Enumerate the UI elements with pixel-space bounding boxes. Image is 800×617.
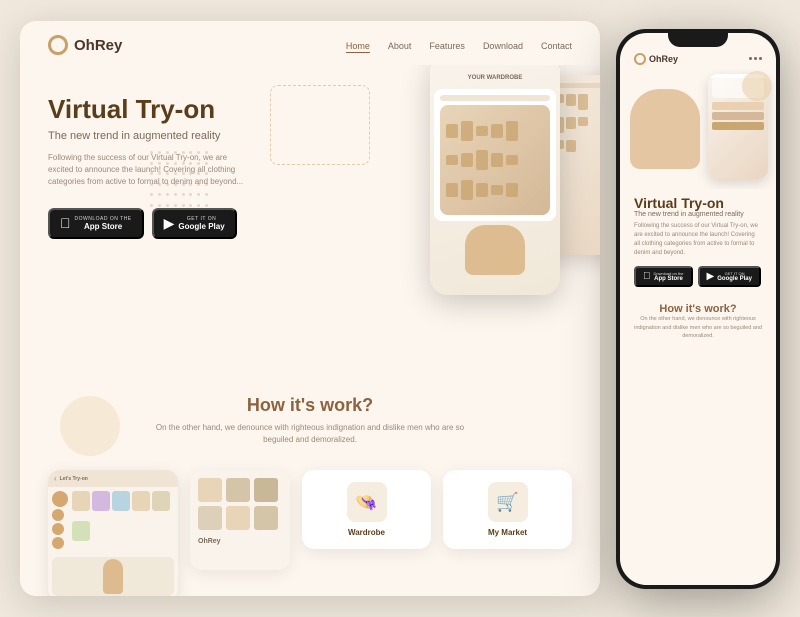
nav-links: Home About Features Download Contact	[346, 36, 572, 54]
nav-about[interactable]: About	[388, 41, 412, 51]
logo-area: OhRey	[48, 35, 122, 55]
wardrobe-card: 👒 Wardrobe	[302, 470, 431, 549]
how-description: On the other hand, we denounce with righ…	[150, 422, 470, 446]
hero-subtitle: The new trend in augmented reality	[48, 130, 268, 142]
mobile-googleplay-button[interactable]: ▶ GET IT ON Google Play	[698, 266, 761, 287]
apple-icon: 	[60, 215, 71, 231]
mobile-notch	[668, 33, 728, 47]
market-icon: 🛒	[496, 492, 518, 513]
mobile-hero-description: Following the success of our Virtual Try…	[634, 222, 762, 258]
mobile-play-icon: ▶	[707, 271, 715, 282]
mobile-hero-subtitle: The new trend in augmented reality	[634, 211, 762, 218]
download-buttons:  Download on the App Store ▶ GET IT ON …	[48, 208, 268, 239]
mobile-menu-dots[interactable]	[749, 57, 762, 60]
shelf-box	[440, 105, 550, 215]
nav-contact[interactable]: Contact	[541, 41, 572, 51]
mobile-hero-phones	[620, 69, 776, 189]
appstore-small-text: Download on the	[75, 216, 132, 222]
mobile-mockup: OhRey	[616, 29, 780, 589]
feature-phone-tryon: ‹ Let's Try-on	[48, 470, 178, 596]
google-small-text: GET IT ON	[178, 216, 224, 222]
hero-text: Virtual Try-on The new trend in augmente…	[48, 75, 268, 239]
mobile-logo-circle	[634, 53, 646, 65]
navbar: OhRey Home About Features Download Conta…	[20, 21, 600, 65]
wardrobe-app-screen	[434, 89, 556, 221]
how-title: How it's work?	[48, 395, 572, 416]
mobile-apple-icon: 	[643, 271, 651, 282]
market-icon-box: 🛒	[488, 482, 528, 522]
mobile-how-section: How it's work? On the other hand, we den…	[620, 299, 776, 344]
features-row: ‹ Let's Try-on	[20, 456, 600, 596]
desktop-mockup: OhRey Home About Features Download Conta…	[20, 21, 600, 596]
googleplay-button[interactable]: ▶ GET IT ON Google Play	[152, 208, 237, 239]
avatar-sm-1	[52, 509, 64, 521]
mobile-deco-circle	[742, 71, 772, 101]
mobile-google-big: Google Play	[717, 276, 752, 282]
mobile-google-small: GET IT ON	[717, 271, 752, 276]
hand-visual	[465, 225, 525, 275]
product-label: OhRey	[198, 538, 282, 545]
mymarket-card: 🛒 My Market	[443, 470, 572, 549]
mobile-how-title: How it's work?	[634, 303, 762, 315]
hero-title: Virtual Try-on	[48, 95, 268, 124]
mobile-hand	[630, 89, 700, 169]
tryon-header-text: Let's Try-on	[60, 476, 88, 482]
logo-text: OhRey	[74, 37, 122, 54]
avatar-main	[52, 491, 68, 507]
wardrobe-icon: 👒	[355, 492, 377, 513]
mobile-logo-text: OhRey	[649, 54, 678, 64]
wardrobe-label: Wardrobe	[348, 528, 385, 537]
mobile-appstore-small: Download on the	[654, 271, 684, 276]
body-silhouette	[103, 559, 123, 594]
hero-phones: YOUR WARDROBE	[240, 65, 600, 375]
mobile-hero-title: Virtual Try-on	[634, 195, 762, 212]
mobile-how-description: On the other hand, we denounce with righ…	[634, 315, 762, 340]
google-big-text: Google Play	[178, 222, 224, 231]
mobile-logo: OhRey	[634, 53, 678, 65]
mobile-screen: OhRey	[620, 33, 776, 585]
mobile-download-buttons:  Download on the App Store ▶ GET IT ON …	[634, 266, 762, 287]
nav-home[interactable]: Home	[346, 41, 370, 53]
mobile-nav: OhRey	[620, 47, 776, 69]
main-phone-hero: YOUR WARDROBE	[430, 65, 560, 295]
play-icon: ▶	[164, 215, 175, 232]
nav-download[interactable]: Download	[483, 41, 523, 51]
appstore-big-text: App Store	[75, 222, 132, 231]
bg-circle-2	[60, 396, 120, 456]
nav-features[interactable]: Features	[429, 41, 465, 51]
hero-section: Virtual Try-on The new trend in augmente…	[20, 65, 600, 375]
appstore-button[interactable]:  Download on the App Store	[48, 208, 144, 239]
feature-product-area: OhRey	[190, 470, 290, 570]
mobile-hero-text: Virtual Try-on The new trend in augmente…	[620, 189, 776, 300]
wardrobe-icon-box: 👒	[347, 482, 387, 522]
dashed-box-1	[270, 85, 370, 165]
phone-screen-label-text: YOUR WARDROBE	[468, 75, 523, 81]
logo-icon	[48, 35, 68, 55]
page-wrapper: OhRey Home About Features Download Conta…	[20, 21, 780, 596]
mobile-appstore-button[interactable]:  Download on the App Store	[634, 266, 693, 287]
hero-description: Following the success of our Virtual Try…	[48, 152, 248, 188]
market-label: My Market	[488, 528, 527, 537]
mobile-appstore-big: App Store	[654, 276, 684, 282]
